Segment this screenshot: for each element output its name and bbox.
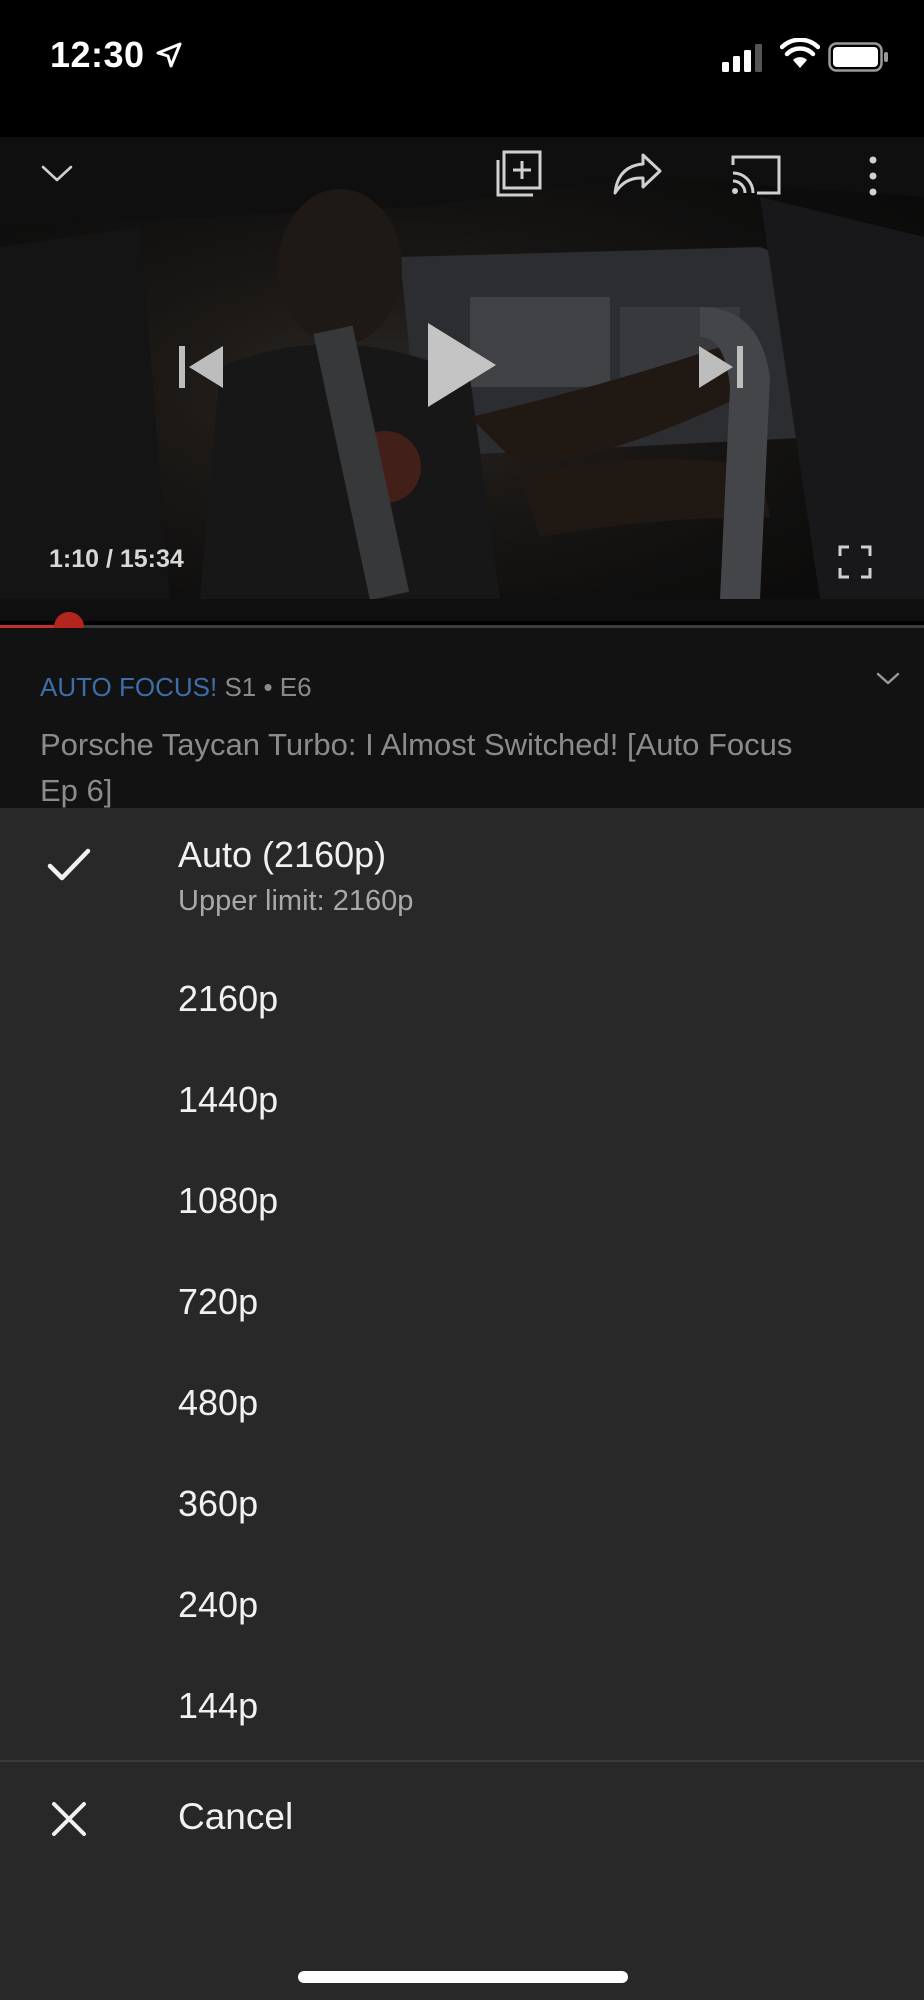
more-vert-icon[interactable] (862, 153, 884, 199)
screen: 12:30 1:10 / 15:34 AUTO FOCUS! S1 • E6 P… (0, 0, 924, 2000)
expand-chevron-icon[interactable] (875, 670, 901, 688)
quality-option-label: Auto (2160p) (178, 834, 387, 875)
quality-option-label: 360p (178, 1483, 259, 1524)
series-name-link[interactable]: AUTO FOCUS! (40, 672, 217, 702)
quality-option-label: 1440p (178, 1079, 279, 1120)
quality-option-1440p[interactable]: 1440p (0, 1049, 924, 1149)
quality-option-sublabel: Upper limit: 2160p (178, 885, 414, 917)
play-icon[interactable] (424, 320, 498, 410)
battery-icon (828, 42, 888, 72)
share-icon[interactable] (611, 151, 663, 197)
quality-option-label: 240p (178, 1584, 259, 1625)
location-arrow-icon (156, 42, 182, 68)
quality-option-1080p[interactable]: 1080p (0, 1150, 924, 1250)
quality-option-auto[interactable]: Auto (2160p) Upper limit: 2160p (0, 808, 924, 938)
check-icon (47, 848, 91, 881)
quality-option-240p[interactable]: 240p (0, 1554, 924, 1654)
status-time: 12:30 (50, 34, 145, 75)
quality-option-2160p[interactable]: 2160p (0, 948, 924, 1048)
cancel-button[interactable]: Cancel (0, 1762, 924, 1892)
video-title: Porsche Taycan Turbo: I Almost Switched!… (40, 727, 793, 808)
quality-option-label: 720p (178, 1281, 259, 1322)
quality-option-480p[interactable]: 480p (0, 1352, 924, 1452)
quality-option-360p[interactable]: 360p (0, 1453, 924, 1553)
quality-option-144p[interactable]: 144p (0, 1655, 924, 1755)
wifi-icon (780, 38, 820, 68)
quality-option-label: 2160p (178, 978, 279, 1019)
episode-label: S1 • E6 (224, 672, 312, 702)
skip-previous-icon[interactable] (177, 342, 225, 392)
home-indicator[interactable] (298, 1971, 628, 1983)
quality-sheet: Auto (2160p) Upper limit: 2160p 2160p 14… (0, 808, 924, 2000)
cellular-signal-icon (722, 44, 762, 72)
close-icon (52, 1802, 86, 1836)
time-display: 1:10 / 15:34 (49, 545, 184, 573)
quality-option-label: 144p (178, 1685, 259, 1726)
series-line: AUTO FOCUS! S1 • E6 (40, 672, 312, 703)
status-bar: 12:30 (0, 0, 924, 137)
skip-next-icon[interactable] (697, 342, 745, 392)
progress-bar[interactable] (0, 599, 924, 642)
quality-option-label: 1080p (178, 1180, 279, 1221)
quality-option-720p[interactable]: 720p (0, 1251, 924, 1351)
fullscreen-icon[interactable] (838, 545, 872, 579)
add-to-queue-icon[interactable] (494, 149, 544, 199)
video-player[interactable]: 1:10 / 15:34 (0, 137, 924, 599)
cancel-label: Cancel (178, 1796, 294, 1837)
video-info: AUTO FOCUS! S1 • E6 Porsche Taycan Turbo… (0, 628, 924, 808)
chevron-down-icon[interactable] (40, 159, 74, 187)
quality-option-label: 480p (178, 1382, 259, 1423)
cast-icon[interactable] (729, 153, 783, 197)
